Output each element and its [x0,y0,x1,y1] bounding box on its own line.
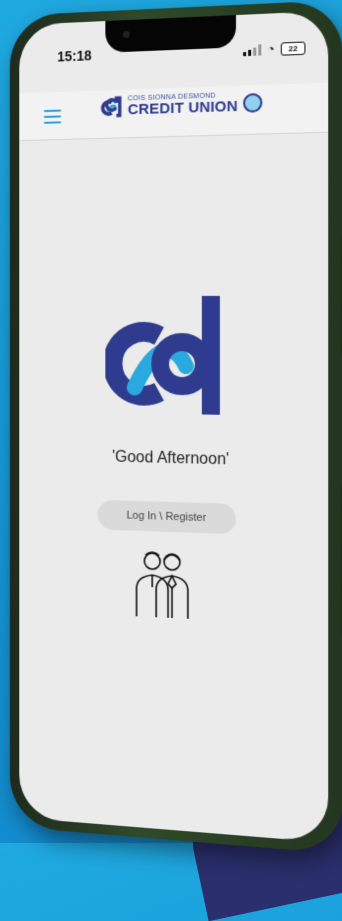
app-header: COIS SIONNA DESMOND CREDIT UNION [19,82,329,142]
brand-main-text: CREDIT UNION [127,97,238,119]
phone-frame: 15:18 ◔ 22 COIS SIONNA DESMOND CREDIT UN… [9,0,342,855]
status-icons: ◔ 22 [242,40,306,57]
people-icon [131,546,189,621]
login-register-button[interactable]: Log In \ Register [97,499,237,535]
hamburger-icon[interactable] [43,109,62,128]
status-time: 15:18 [57,47,92,65]
cd-logo-small-icon [100,96,125,119]
app-screen: 15:18 ◔ 22 COIS SIONNA DESMOND CREDIT UN… [19,10,329,843]
greeting-text: 'Good Afternoon' [112,448,230,469]
battery-icon: 22 [280,40,306,56]
camera-icon [122,30,130,39]
camera-notch [105,15,237,53]
globe-hands-icon [242,92,263,113]
brand-logo[interactable]: COIS SIONNA DESMOND CREDIT UNION [100,91,263,118]
wifi-icon: ◔ [267,41,275,57]
signal-icon [242,43,262,56]
cd-logo-large-icon [105,296,224,417]
